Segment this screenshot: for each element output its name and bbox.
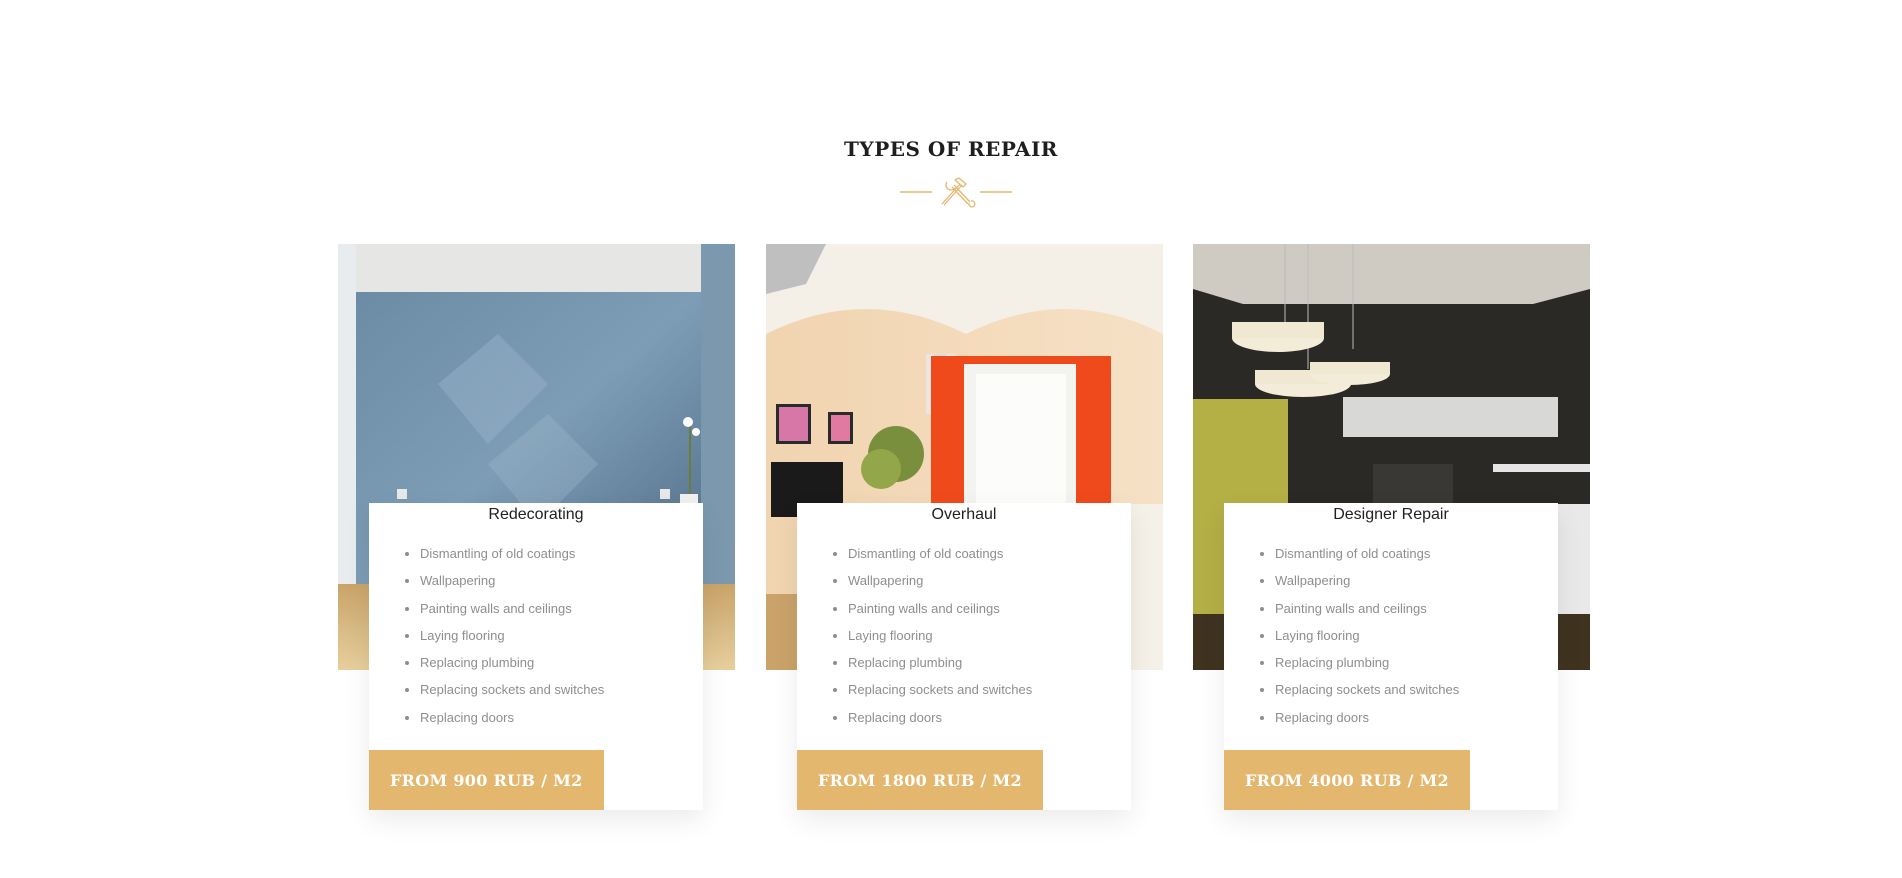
list-item: Laying flooring bbox=[420, 622, 703, 649]
list-item: Replacing doors bbox=[420, 704, 703, 731]
feature-list: Dismantling of old coatings Wallpapering… bbox=[1224, 540, 1558, 731]
list-item: Wallpapering bbox=[848, 567, 1131, 594]
feature-list: Dismantling of old coatings Wallpapering… bbox=[797, 540, 1131, 731]
list-item: Painting walls and ceilings bbox=[848, 595, 1131, 622]
list-item: Laying flooring bbox=[848, 622, 1131, 649]
list-item: Replacing sockets and switches bbox=[848, 676, 1131, 703]
section-divider bbox=[900, 176, 1012, 208]
repair-card-designer: Designer Repair Dismantling of old coati… bbox=[1193, 244, 1590, 814]
list-item: Laying flooring bbox=[1275, 622, 1558, 649]
list-item: Dismantling of old coatings bbox=[848, 540, 1131, 567]
hammer-wrench-icon bbox=[900, 177, 1012, 208]
card-panel-redecorating: Redecorating Dismantling of old coatings… bbox=[369, 503, 703, 810]
price-button-overhaul[interactable]: FROM 1800 RUB / M2 bbox=[797, 750, 1043, 810]
list-item: Replacing sockets and switches bbox=[1275, 676, 1558, 703]
list-item: Dismantling of old coatings bbox=[1275, 540, 1558, 567]
list-item: Replacing plumbing bbox=[1275, 649, 1558, 676]
list-item: Wallpapering bbox=[420, 567, 703, 594]
card-panel-overhaul: Overhaul Dismantling of old coatings Wal… bbox=[797, 503, 1131, 810]
feature-list: Dismantling of old coatings Wallpapering… bbox=[369, 540, 703, 731]
card-title: Designer Repair bbox=[1333, 506, 1449, 523]
list-item: Dismantling of old coatings bbox=[420, 540, 703, 567]
price-button-redecorating[interactable]: FROM 900 RUB / M2 bbox=[369, 750, 604, 810]
card-panel-designer: Designer Repair Dismantling of old coati… bbox=[1224, 503, 1558, 810]
repair-card-redecorating: Redecorating Dismantling of old coatings… bbox=[338, 244, 735, 814]
card-title: Overhaul bbox=[931, 506, 997, 523]
list-item: Replacing sockets and switches bbox=[420, 676, 703, 703]
section-title: TYPES OF REPAIR bbox=[844, 137, 1058, 161]
card-title: Redecorating bbox=[488, 506, 584, 523]
price-button-designer[interactable]: FROM 4000 RUB / M2 bbox=[1224, 750, 1470, 810]
list-item: Painting walls and ceilings bbox=[420, 595, 703, 622]
list-item: Replacing doors bbox=[848, 704, 1131, 731]
list-item: Replacing doors bbox=[1275, 704, 1558, 731]
repair-card-overhaul: Overhaul Dismantling of old coatings Wal… bbox=[766, 244, 1163, 814]
list-item: Painting walls and ceilings bbox=[1275, 595, 1558, 622]
list-item: Wallpapering bbox=[1275, 567, 1558, 594]
list-item: Replacing plumbing bbox=[848, 649, 1131, 676]
list-item: Replacing plumbing bbox=[420, 649, 703, 676]
